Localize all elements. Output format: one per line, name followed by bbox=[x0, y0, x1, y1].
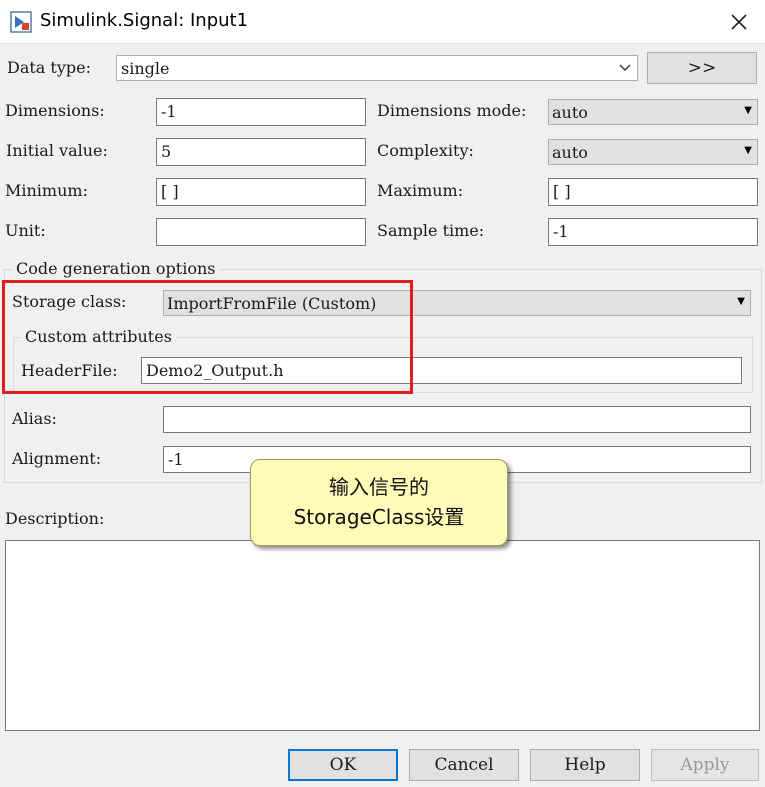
window-title: Simulink.Signal: Input1 bbox=[40, 10, 249, 31]
sample-time-input[interactable]: -1 bbox=[548, 218, 758, 246]
data-type-expand-button[interactable]: >> bbox=[647, 52, 757, 84]
callout-line-2: StorageClass设置 bbox=[293, 505, 465, 529]
description-label: Description: bbox=[5, 509, 105, 528]
title-bar: Simulink.Signal: Input1 bbox=[0, 0, 765, 44]
alias-label: Alias: bbox=[12, 409, 57, 428]
help-button[interactable]: Help bbox=[530, 749, 640, 781]
dropdown-arrow-icon: ▼ bbox=[737, 296, 745, 307]
data-type-combo[interactable]: single bbox=[116, 55, 638, 81]
highlight-box bbox=[2, 280, 413, 394]
complexity-value: auto bbox=[552, 143, 588, 162]
dropdown-arrow-icon: ▼ bbox=[744, 145, 752, 156]
maximum-label: Maximum: bbox=[377, 181, 464, 200]
initial-value-input[interactable]: 5 bbox=[156, 138, 366, 166]
chevron-down-icon bbox=[619, 64, 631, 71]
dimensions-label: Dimensions: bbox=[5, 101, 105, 120]
minimum-input[interactable]: [ ] bbox=[156, 178, 366, 206]
sample-time-label: Sample time: bbox=[377, 221, 485, 240]
annotation-callout: 输入信号的 StorageClass设置 bbox=[250, 459, 508, 546]
minimum-label: Minimum: bbox=[5, 181, 88, 200]
dimensions-input[interactable]: -1 bbox=[156, 98, 366, 126]
unit-input[interactable] bbox=[156, 218, 366, 246]
complexity-label: Complexity: bbox=[377, 141, 474, 160]
callout-line-1: 输入信号的 bbox=[329, 475, 429, 499]
alignment-label: Alignment: bbox=[12, 449, 102, 468]
dimensions-mode-value: auto bbox=[552, 103, 588, 122]
code-generation-group-title: Code generation options bbox=[12, 259, 220, 279]
initial-value-label: Initial value: bbox=[6, 141, 108, 160]
dimensions-mode-dropdown[interactable]: auto ▼ bbox=[548, 99, 758, 125]
dimensions-mode-label: Dimensions mode: bbox=[377, 101, 527, 120]
apply-button[interactable]: Apply bbox=[651, 749, 759, 781]
unit-label: Unit: bbox=[5, 221, 46, 240]
cancel-button[interactable]: Cancel bbox=[409, 749, 519, 781]
data-type-label: Data type: bbox=[7, 58, 91, 77]
data-type-value: single bbox=[121, 59, 170, 78]
simulink-app-icon bbox=[10, 11, 32, 33]
close-icon[interactable] bbox=[729, 12, 749, 32]
dropdown-arrow-icon: ▼ bbox=[744, 105, 752, 116]
description-textarea[interactable] bbox=[5, 540, 760, 731]
complexity-dropdown[interactable]: auto ▼ bbox=[548, 139, 758, 165]
alias-input[interactable] bbox=[163, 406, 751, 433]
ok-button[interactable]: OK bbox=[288, 749, 398, 781]
maximum-input[interactable]: [ ] bbox=[548, 178, 758, 206]
